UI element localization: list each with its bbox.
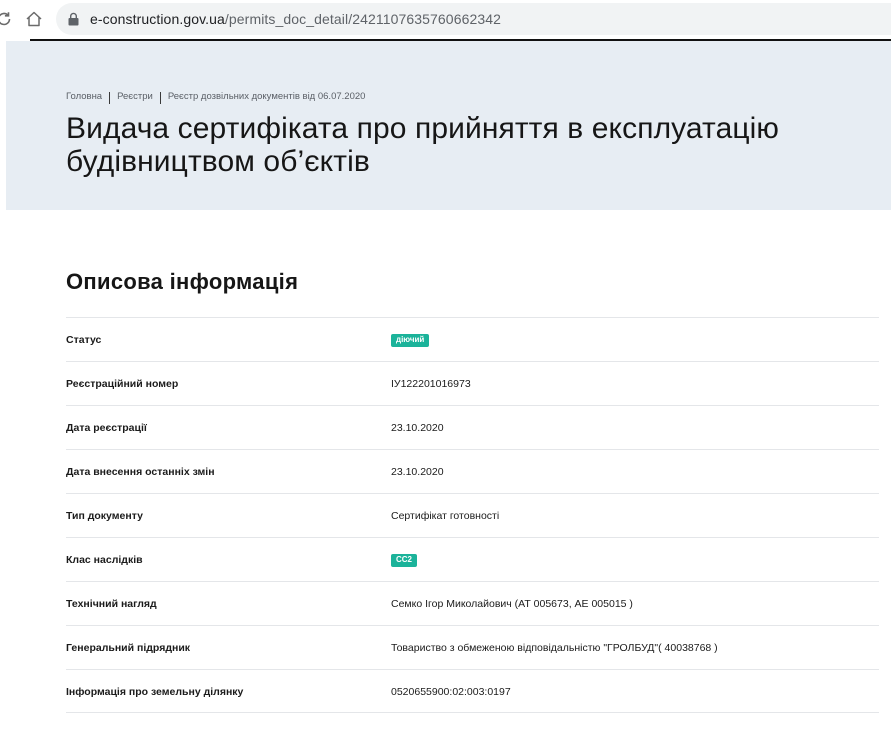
url-domain: e-construction.gov.ua bbox=[90, 11, 225, 27]
page-title-line-1: Видача сертифіката про прийняття в експл… bbox=[66, 112, 779, 145]
info-row-consequence-class: Клас наслідків СС2 bbox=[66, 537, 879, 581]
info-label: Клас наслідків bbox=[66, 554, 143, 566]
info-value: 23.10.2020 bbox=[391, 422, 444, 434]
info-label: Генеральний підрядник bbox=[66, 642, 191, 654]
info-value: Семко Ігор Миколайович (АТ 005673, АЕ 00… bbox=[391, 598, 633, 610]
info-row-document-type: Тип документу Сертифікат готовності bbox=[66, 493, 879, 537]
info-row-registration-number: Реєстраційний номер ІУ122201016973 bbox=[66, 361, 879, 405]
info-row-last-change-date: Дата внесення останніх змін 23.10.2020 bbox=[66, 449, 879, 493]
url-path: /permits_doc_detail/2421107635760662342 bbox=[224, 11, 502, 27]
breadcrumb-separator bbox=[159, 92, 161, 104]
page-title: Видача сертифіката про прийняття в експл… bbox=[66, 112, 891, 178]
info-label: Дата внесення останніх змін bbox=[66, 466, 215, 478]
info-label: Реєстраційний номер bbox=[66, 378, 179, 390]
page-header: Головна Реєстри Реєстр дозвільних докуме… bbox=[6, 41, 891, 210]
url-text[interactable]: e-construction.gov.ua/permits_doc_detail… bbox=[90, 11, 501, 27]
info-value: Сертифікат готовності bbox=[391, 510, 500, 522]
info-row-land-plot: Інформація про земельну ділянку 05206559… bbox=[66, 669, 879, 713]
info-row-registration-date: Дата реєстрації 23.10.2020 bbox=[66, 405, 879, 449]
reload-icon[interactable] bbox=[0, 9, 14, 29]
info-row-technical-supervision: Технічний нагляд Семко Ігор Миколайович … bbox=[66, 581, 879, 625]
status-badge: діючий bbox=[391, 334, 430, 347]
breadcrumb-home[interactable]: Головна bbox=[66, 91, 102, 102]
info-row-status: Статус діючий bbox=[66, 317, 879, 361]
browser-toolbar: e-construction.gov.ua/permits_doc_detail… bbox=[0, 0, 891, 38]
info-value: ІУ122201016973 bbox=[391, 378, 471, 390]
info-value: 0520655900:02:003:0197 bbox=[391, 686, 511, 698]
breadcrumb-separator bbox=[109, 92, 111, 104]
info-value: 23.10.2020 bbox=[391, 466, 444, 478]
section-title: Описова інформація bbox=[66, 269, 299, 294]
address-bar[interactable]: e-construction.gov.ua/permits_doc_detail… bbox=[56, 3, 891, 35]
lock-icon[interactable] bbox=[68, 12, 79, 26]
consequence-class-badge: СС2 bbox=[391, 554, 418, 567]
info-label: Інформація про земельну ділянку bbox=[66, 686, 244, 698]
info-label: Тип документу bbox=[66, 510, 143, 522]
info-label: Технічний нагляд bbox=[66, 598, 157, 610]
breadcrumb-registries[interactable]: Реєстри bbox=[117, 91, 153, 102]
info-label: Статус bbox=[66, 334, 102, 346]
page-title-line-2: будівництвом об’єктів bbox=[66, 145, 370, 178]
home-icon[interactable] bbox=[24, 9, 44, 29]
breadcrumb-current[interactable]: Реєстр дозвільних документів від 06.07.2… bbox=[168, 91, 366, 102]
info-row-general-contractor: Генеральний підрядник Товариство з обмеж… bbox=[66, 625, 879, 669]
info-label: Дата реєстрації bbox=[66, 422, 147, 434]
info-value: Товариство з обмеженою відповідальністю … bbox=[391, 642, 718, 654]
info-table: Статус діючий Реєстраційний номер ІУ1222… bbox=[66, 317, 879, 713]
breadcrumb: Головна Реєстри Реєстр дозвільних докуме… bbox=[66, 90, 366, 104]
